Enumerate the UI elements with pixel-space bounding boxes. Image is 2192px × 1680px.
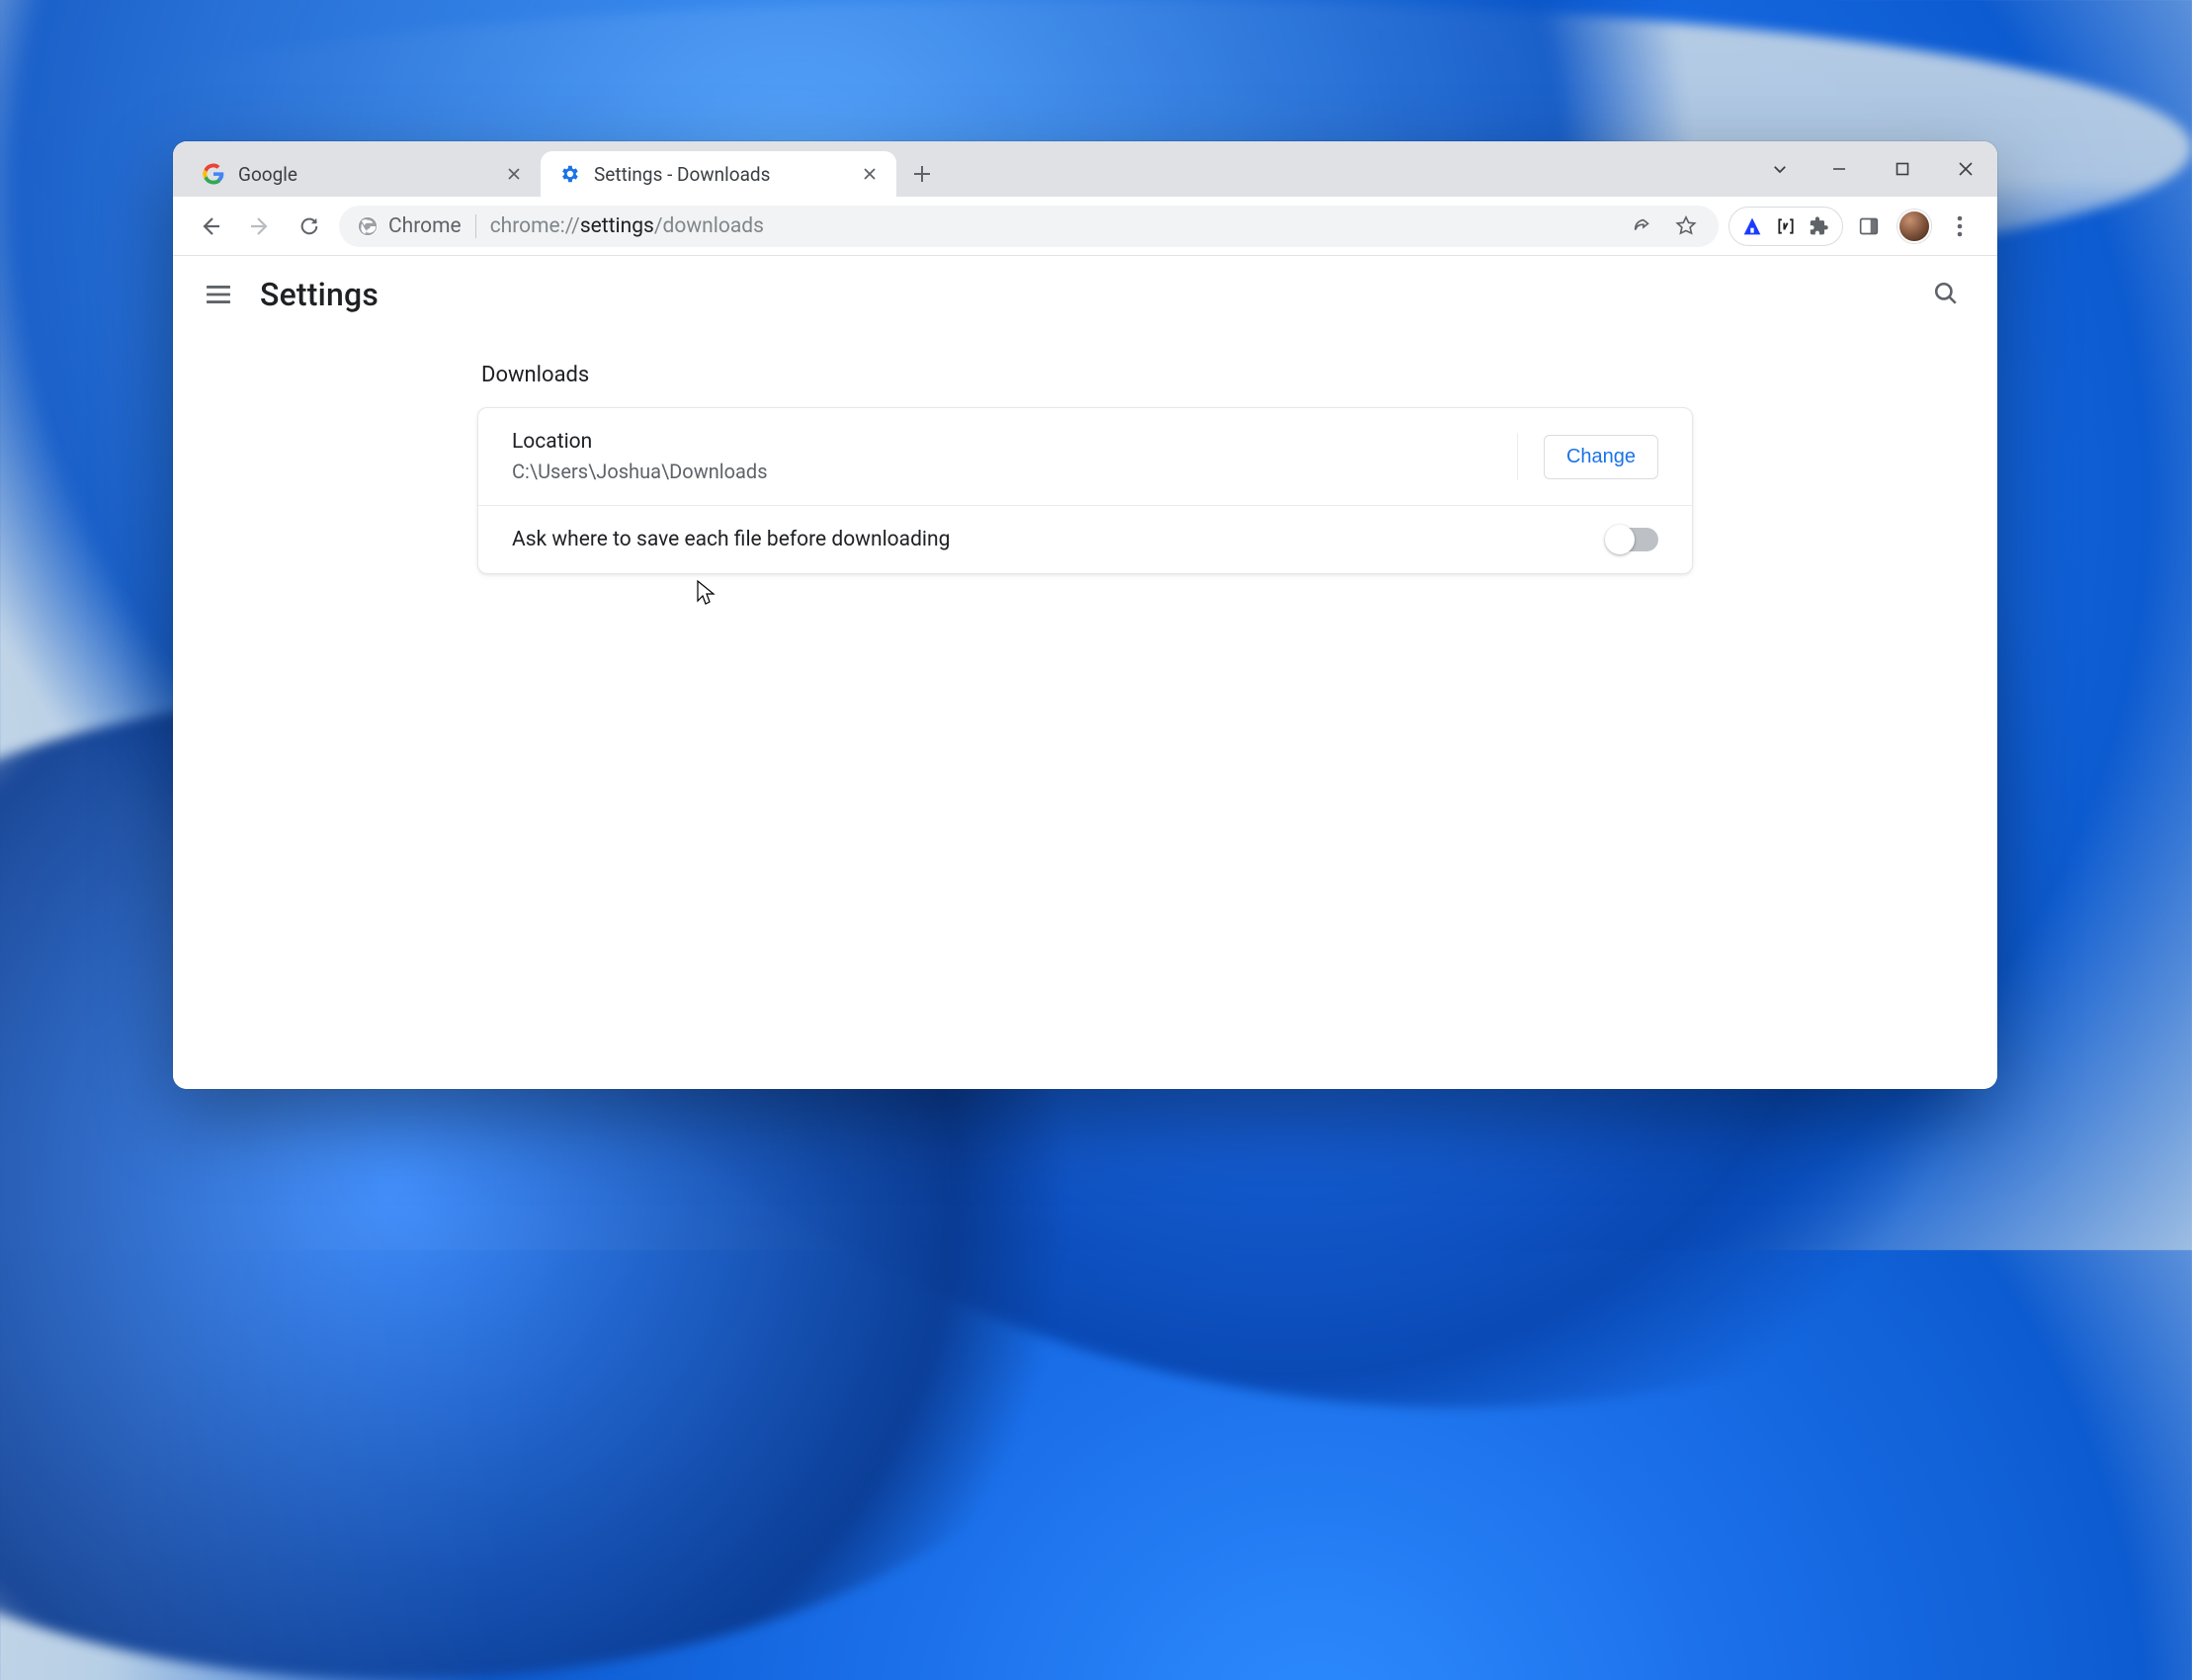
row-divider (1517, 433, 1518, 480)
share-button[interactable] (1628, 211, 1657, 241)
forward-button[interactable] (240, 207, 280, 246)
settings-content: Downloads Location C:\Users\Joshua\Downl… (173, 333, 1997, 1089)
tab-title: Settings - Downloads (594, 163, 845, 186)
new-tab-button[interactable] (902, 154, 942, 194)
extension-brackets-icon[interactable] (1769, 207, 1803, 246)
location-row: Location C:\Users\Joshua\Downloads Chang… (478, 408, 1692, 505)
change-location-button[interactable]: Change (1544, 435, 1658, 479)
toggle-knob (1605, 525, 1635, 554)
omnibox-divider (475, 214, 476, 238)
ask-label: Ask where to save each file before downl… (512, 528, 1607, 551)
site-info-chip[interactable]: Chrome (357, 214, 462, 238)
extension-ahrefs-icon[interactable] (1735, 207, 1769, 246)
page-title: Settings (260, 276, 379, 313)
back-button[interactable] (191, 207, 230, 246)
settings-header: Settings (173, 256, 1997, 333)
side-panel-button[interactable] (1849, 207, 1889, 246)
avatar-icon (1897, 210, 1931, 243)
settings-menu-button[interactable] (201, 277, 236, 312)
close-tab-button[interactable] (503, 163, 525, 185)
tab-settings-downloads[interactable]: Settings - Downloads (541, 151, 896, 197)
google-favicon-icon (203, 163, 224, 185)
maximize-button[interactable] (1871, 141, 1934, 197)
toolbar-right (1728, 207, 1980, 246)
profile-avatar[interactable] (1895, 207, 1934, 246)
minimize-button[interactable] (1808, 141, 1871, 197)
tab-title: Google (238, 163, 489, 186)
address-bar[interactable]: Chrome chrome://settings/downloads (339, 206, 1719, 247)
site-info-label: Chrome (388, 214, 462, 238)
downloads-card: Location C:\Users\Joshua\Downloads Chang… (477, 407, 1693, 574)
section-title: Downloads (477, 363, 1693, 387)
tabs-dropdown-button[interactable] (1756, 141, 1804, 197)
ask-before-download-row: Ask where to save each file before downl… (478, 505, 1692, 573)
chrome-window: Google Settings - Downloads (173, 141, 1997, 1089)
bookmark-button[interactable] (1671, 211, 1701, 241)
reload-button[interactable] (290, 207, 329, 246)
window-controls (1756, 141, 1997, 197)
browser-toolbar: Chrome chrome://settings/downloads (173, 197, 1997, 256)
search-settings-button[interactable] (1928, 276, 1964, 311)
extensions-group (1728, 207, 1843, 246)
close-window-button[interactable] (1934, 141, 1997, 197)
ask-toggle[interactable] (1607, 528, 1658, 551)
extensions-button[interactable] (1803, 207, 1836, 246)
url-text: chrome://settings/downloads (490, 214, 1614, 238)
tab-google[interactable]: Google (185, 151, 541, 197)
settings-gear-icon (558, 163, 580, 185)
close-tab-button[interactable] (859, 163, 881, 185)
tab-strip: Google Settings - Downloads (173, 141, 1997, 197)
chrome-menu-button[interactable] (1940, 207, 1980, 246)
location-label: Location (512, 430, 1491, 454)
location-value: C:\Users\Joshua\Downloads (512, 460, 1491, 483)
chrome-logo-icon (357, 215, 379, 237)
